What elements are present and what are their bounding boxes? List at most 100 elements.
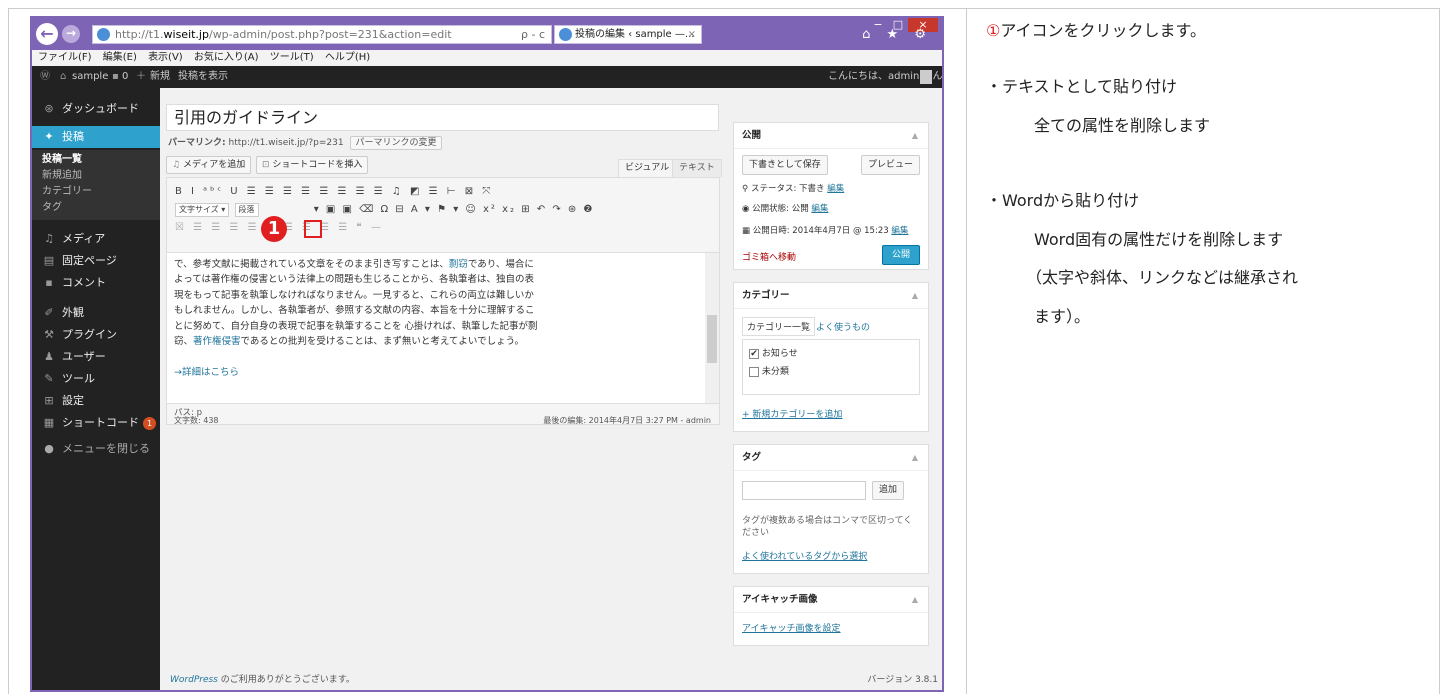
menu-edit[interactable]: 編集(E) [103,52,137,63]
publish-button[interactable]: 公開 [882,245,920,265]
search-refresh-icon[interactable]: ρ - c [521,26,545,43]
wp-version: バージョン 3.8.1 [867,675,938,685]
url-domain: wiseit.jp [163,28,209,41]
tab-close-icon[interactable]: × [688,26,696,43]
browser-toolbar-icons[interactable]: ⌂ ★ ⚙ [862,27,932,42]
sidebar-item-settings[interactable]: ⊞ 設定 [32,390,160,412]
sidebar-item-dashboard[interactable]: ⊛ ダッシュボード [32,98,160,120]
sidebar-item-label: コメント [62,276,106,289]
address-bar[interactable]: http://t1.wiseit.jp/wp-admin/post.php?po… [92,25,552,44]
add-tag-button[interactable]: 追加 [872,481,905,500]
menu-help[interactable]: ヘルプ(H) [325,52,370,63]
sidebar-item-label: 設定 [62,394,84,407]
publish-box-title[interactable]: 公開 ▲ [734,123,928,149]
choose-tags-link[interactable]: よく使われているタグから選択 [742,549,867,562]
post-title-input[interactable]: 引用のガイドライン [166,104,719,131]
tab-title: 投稿の編集 ‹ sample —... [575,29,695,40]
set-featured-image-link[interactable]: アイキャッチ画像を設定 [742,621,841,634]
wp-admin-bar: Ⓦ ⌂ sample ▪ 0 ＋ 新規 投稿を表示 こんにちは、admin さん… [32,66,942,88]
toggle-arrow-icon[interactable]: ▲ [912,445,918,471]
toggle-arrow-icon[interactable]: ▲ [912,123,918,149]
pin-icon: ⚲ [742,184,751,194]
sidebar-item-users[interactable]: ♟ ユーザー [32,346,160,368]
sidebar-item-media[interactable]: ♫ メディア [32,228,160,250]
sidebar-collapse-menu[interactable]: ● メニューを閉じる [32,438,160,460]
preview-button[interactable]: プレビュー [860,155,920,175]
date-edit-link[interactable]: 編集 [891,226,908,236]
featured-image-box: アイキャッチ画像 ▲ アイキャッチ画像を設定 [733,586,929,646]
font-size-select[interactable]: 文字サイズ ▾ [175,203,230,217]
menu-favorites[interactable]: お気に入り(A) [194,52,259,63]
sidebar-item-label: ダッシュボード [62,102,139,115]
tags-box-title[interactable]: タグ ▲ [734,445,928,471]
admin-new-link[interactable]: 新規 [150,66,170,88]
change-permalink-button[interactable]: パーマリンクの変更 [350,136,442,150]
plus-icon[interactable]: ＋ [136,66,146,88]
update-badge: 1 [143,417,156,430]
copyright-link[interactable]: 著作権侵害 [193,336,241,347]
tag-input[interactable] [742,481,866,500]
sidebar-sub-add-new[interactable]: 新規追加 [32,168,160,184]
menu-view[interactable]: 表示(V) [148,52,183,63]
sidebar-item-shortcode[interactable]: ▦ ショートコード 1 [32,412,160,434]
visibility-edit-link[interactable]: 編集 [811,204,828,214]
wordpress-link[interactable]: WordPress [170,675,218,685]
sidebar-sub-categories[interactable]: カテゴリー [32,184,160,200]
sidebar-item-pages[interactable]: ▤ 固定ページ [32,250,160,272]
sidebar-item-posts[interactable]: ✦ 投稿 [32,126,160,148]
category-item[interactable]: ✔ お知らせ [749,346,798,359]
sidebar-sub-all-posts[interactable]: 投稿一覧 [32,150,160,168]
sidebar-item-comments[interactable]: ▪ コメント [32,272,160,294]
permalink-url[interactable]: http://t1.wiseit.jp/?p=231 [228,138,343,148]
toggle-arrow-icon[interactable]: ▲ [912,587,918,613]
status-edit-link[interactable]: 編集 [827,184,844,194]
admin-view-post[interactable]: 投稿を表示 [178,66,228,88]
move-to-trash-link[interactable]: ゴミ箱へ移動 [742,250,796,263]
wp-logo-icon[interactable]: Ⓦ [40,66,50,88]
home-icon[interactable]: ⌂ [60,66,66,88]
browser-window: ← → http://t1.wiseit.jp/wp-admin/post.ph… [30,16,944,692]
add-new-category-link[interactable]: + 新規カテゴリーを追加 [742,407,842,420]
body-line: で、参考文献に掲載されている文章をそのまま引き写すことは、剽窃であり、場合に [174,257,699,272]
forward-button[interactable]: → [62,25,80,43]
editor-toolbar-row2[interactable]: 文字サイズ ▾ 段落 ▾ ▣ ▣ ⌫ Ω ⊟ A ▾ ⚑ ▾ ☺ x² x₂ ⊞… [175,202,594,218]
tab-text[interactable]: テキスト [672,159,722,177]
paragraph-select[interactable]: 段落 [234,203,259,217]
sidebar-item-plugins[interactable]: ⚒ プラグイン [32,324,160,346]
tab-popular-categories[interactable]: よく使うもの [816,320,870,333]
sidebar-item-appearance[interactable]: ✐ 外観 [32,302,160,324]
settings-icon: ⊞ [44,394,54,407]
scrollbar-thumb[interactable] [707,315,717,363]
plagiarism-link[interactable]: 剽窃 [449,259,468,270]
panel-divider [966,8,967,694]
insert-shortcode-button[interactable]: ⊡ ショートコードを挿入 [256,156,369,174]
paste-toolbar-icons[interactable]: ▾ ▣ ▣ ⌫ Ω ⊟ A ▾ ⚑ ▾ ☺ x² x₂ ⊞ ↶ ↷ ⊛ ❷ [314,204,595,215]
editor-scrollbar[interactable] [705,253,719,403]
checkbox-checked-icon[interactable]: ✔ [749,348,759,359]
tab-all-categories[interactable]: カテゴリー一覧 [742,317,816,336]
more-details-link[interactable]: →詳細はこちら [174,365,699,380]
editor-toolbar-row1[interactable]: B I ᵃᵇᶜ U ☰ ☰ ☰ ☰ ☰ ☰ ☰ ☰ ♫ ◩ ☰ ⊢ ⊠ ⤧ [175,184,493,200]
sidebar-sub-tags[interactable]: タグ [32,200,160,220]
save-draft-button[interactable]: 下書きとして保存 [742,155,828,175]
media-icon: ♫ [172,160,183,170]
admin-site-name[interactable]: sample [72,66,108,88]
category-box-title[interactable]: カテゴリー ▲ [734,283,928,309]
featured-image-title[interactable]: アイキャッチ画像 ▲ [734,587,928,613]
back-button[interactable]: ← [36,23,58,45]
browser-tab[interactable]: 投稿の編集 ‹ sample —... × [554,25,702,44]
checkbox-icon[interactable] [749,366,759,377]
sidebar-item-tools[interactable]: ✎ ツール [32,368,160,390]
eye-icon: ◉ [742,204,753,214]
editor-body[interactable]: で、参考文献に掲載されている文章をそのまま引き写すことは、剽窃であり、場合に よ… [167,252,719,404]
comment-icon[interactable]: ▪ [112,66,119,88]
category-item[interactable]: 未分類 [749,364,789,377]
add-media-button[interactable]: ♫ メディアを追加 [166,156,252,174]
permalink-row: パーマリンク: http://t1.wiseit.jp/?p=231 パーマリン… [168,136,442,150]
menu-tools[interactable]: ツール(T) [270,52,314,63]
toggle-arrow-icon[interactable]: ▲ [912,283,918,309]
avatar[interactable] [920,70,932,84]
tab-visual[interactable]: ビジュアル [618,159,677,177]
menu-file[interactable]: ファイル(F) [38,52,92,63]
admin-comment-count[interactable]: 0 [122,66,128,88]
